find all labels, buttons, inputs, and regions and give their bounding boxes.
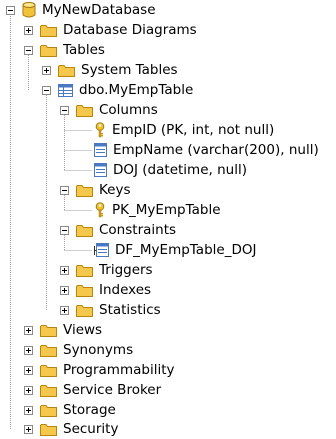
column-doj-label: DOJ (datetime, null) — [113, 162, 247, 178]
expand-toggle-icon[interactable] — [24, 365, 33, 375]
tree-node-security[interactable]: Security — [24, 419, 119, 439]
collapse-toggle-icon[interactable] — [6, 5, 15, 15]
folder-icon — [40, 24, 57, 37]
expand-toggle-icon[interactable] — [60, 285, 69, 295]
constraint-df-label: DF_MyEmpTable_DOJ — [115, 242, 257, 258]
tree-node-keys[interactable]: Keys — [60, 180, 132, 200]
folder-icon — [40, 404, 57, 417]
constraints-label: Constraints — [99, 222, 177, 238]
tree-node-database[interactable]: MyNewDatabase — [6, 0, 157, 20]
tree-node-database-diagrams[interactable]: Database Diagrams — [24, 20, 198, 40]
tree-node-service-broker[interactable]: Service Broker — [24, 380, 162, 400]
folder-icon — [76, 224, 93, 237]
system-tables-label: System Tables — [81, 62, 178, 78]
tree-node-synonyms[interactable]: Synonyms — [24, 340, 134, 360]
tree-node-key-pk[interactable]: PK_MyEmpTable — [94, 200, 222, 220]
folder-icon — [76, 184, 93, 197]
object-explorer-tree: MyNewDatabase Database Diagrams Tables S… — [0, 0, 336, 439]
tree-node-views[interactable]: Views — [24, 320, 103, 340]
folder-icon — [76, 304, 93, 317]
folder-icon — [40, 324, 57, 337]
expand-toggle-icon[interactable] — [24, 25, 33, 35]
tree-node-storage[interactable]: Storage — [24, 400, 117, 420]
indexes-label: Indexes — [99, 282, 152, 298]
folder-icon — [76, 264, 93, 277]
key-pk-label: PK_MyEmpTable — [112, 202, 221, 218]
programmability-label: Programmability — [63, 362, 175, 378]
storage-label: Storage — [63, 402, 116, 418]
column-empid-label: EmpID (PK, int, not null) — [112, 122, 275, 138]
collapse-toggle-icon[interactable] — [60, 225, 69, 235]
folder-icon — [76, 284, 93, 297]
expand-toggle-icon[interactable] — [60, 265, 69, 275]
expand-toggle-icon[interactable] — [24, 424, 33, 434]
column-icon — [94, 143, 107, 157]
database-label: MyNewDatabase — [42, 2, 156, 18]
column-empname-label: EmpName (varchar(200), null) — [113, 142, 319, 158]
folder-icon — [40, 384, 57, 397]
table-icon — [58, 83, 73, 97]
database-icon — [22, 2, 36, 18]
column-icon — [94, 163, 107, 177]
tree-node-indexes[interactable]: Indexes — [60, 280, 152, 300]
key-icon — [94, 122, 106, 138]
synonyms-label: Synonyms — [63, 342, 134, 358]
columns-label: Columns — [99, 102, 158, 118]
tree-node-statistics[interactable]: Statistics — [60, 300, 162, 320]
expand-toggle-icon[interactable] — [24, 325, 33, 335]
tree-node-columns[interactable]: Columns — [60, 100, 159, 120]
collapse-toggle-icon[interactable] — [42, 85, 51, 95]
key-icon — [94, 202, 106, 218]
collapse-toggle-icon[interactable] — [60, 185, 69, 195]
expand-toggle-icon[interactable] — [42, 65, 51, 75]
collapse-toggle-icon[interactable] — [24, 45, 33, 55]
tree-node-triggers[interactable]: Triggers — [60, 260, 154, 280]
triggers-label: Triggers — [99, 262, 153, 278]
tree-node-column-empid[interactable]: EmpID (PK, int, not null) — [94, 120, 275, 140]
database-diagrams-label: Database Diagrams — [63, 22, 197, 38]
views-label: Views — [63, 322, 103, 338]
folder-icon — [40, 344, 57, 357]
keys-label: Keys — [99, 182, 131, 198]
tree-node-column-doj[interactable]: DOJ (datetime, null) — [94, 160, 248, 180]
tree-node-column-empname[interactable]: EmpName (varchar(200), null) — [94, 140, 320, 160]
tree-node-table-myemptable[interactable]: dbo.MyEmpTable — [42, 80, 194, 100]
tree-node-system-tables[interactable]: System Tables — [42, 60, 179, 80]
tree-node-constraint-df[interactable]: DF_MyEmpTable_DOJ — [94, 240, 257, 260]
table-label: dbo.MyEmpTable — [79, 82, 194, 98]
folder-icon — [40, 423, 57, 436]
expand-toggle-icon[interactable] — [24, 385, 33, 395]
expand-toggle-icon[interactable] — [24, 345, 33, 355]
expand-toggle-icon[interactable] — [60, 305, 69, 315]
tree-node-constraints[interactable]: Constraints — [60, 220, 177, 240]
expand-toggle-icon[interactable] — [24, 405, 33, 415]
service-broker-label: Service Broker — [63, 382, 162, 398]
folder-icon — [76, 104, 93, 117]
folder-icon — [40, 44, 57, 57]
tree-node-tables[interactable]: Tables — [24, 40, 106, 60]
constraint-icon — [94, 243, 109, 257]
folder-icon — [40, 364, 57, 377]
collapse-toggle-icon[interactable] — [60, 105, 69, 115]
security-label: Security — [63, 421, 119, 437]
tree-node-programmability[interactable]: Programmability — [24, 360, 176, 380]
statistics-label: Statistics — [99, 302, 161, 318]
folder-icon — [58, 64, 75, 77]
tables-label: Tables — [63, 42, 105, 58]
